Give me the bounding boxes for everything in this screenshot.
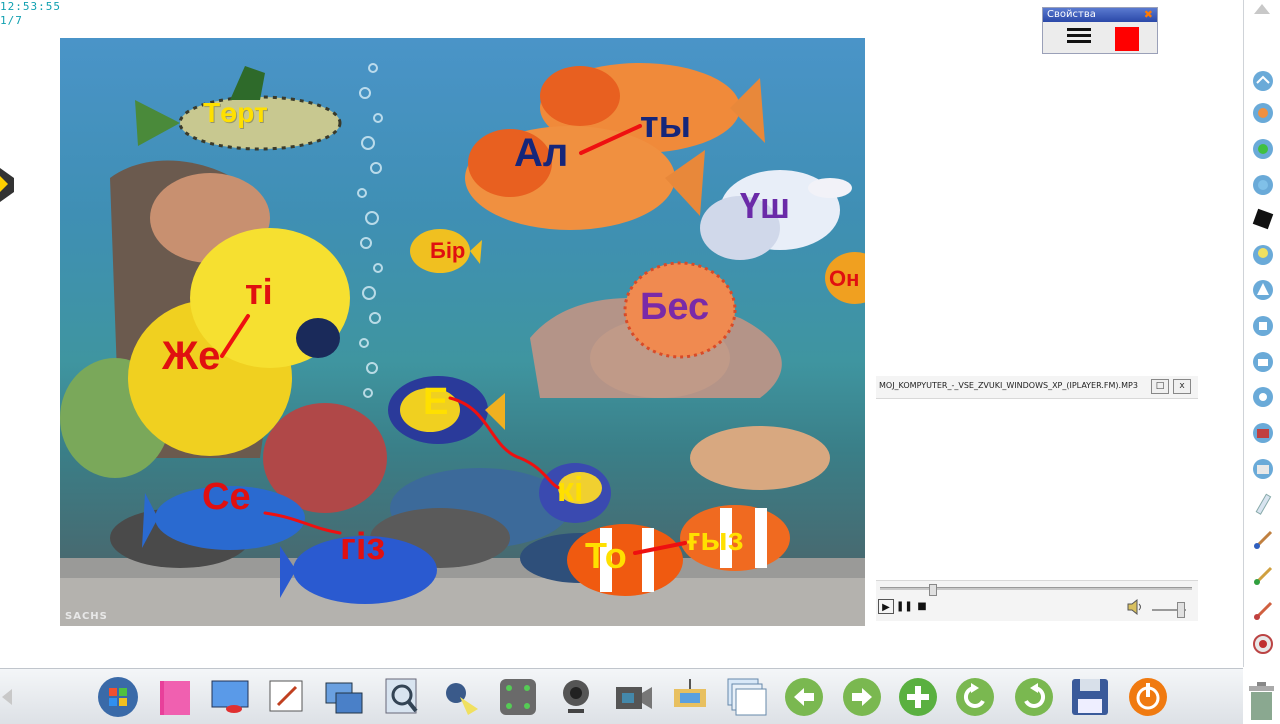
close-player-icon[interactable]: x — [1173, 379, 1191, 394]
pages-icon[interactable] — [724, 675, 768, 719]
close-icon[interactable]: ✖ — [1144, 8, 1153, 21]
word-ty[interactable]: ты — [640, 106, 691, 144]
pen-tool-icon[interactable] — [1251, 137, 1275, 161]
layout-tool-icon[interactable] — [1251, 457, 1275, 481]
media-filename: MOJ_KOMPYUTER_-_VSE_ZVUKI_WINDOWS_XP_(IP… — [879, 381, 1138, 390]
bottom-toolbar — [0, 668, 1243, 724]
maximize-icon[interactable]: □ — [1151, 379, 1169, 394]
fullscreen-icon[interactable] — [496, 675, 540, 719]
properties-panel: Свойства ✖ — [1042, 7, 1158, 54]
save-icon[interactable] — [1068, 675, 1112, 719]
video-camera-icon[interactable] — [612, 675, 656, 719]
color-swatch[interactable] — [1115, 27, 1139, 51]
text-tool-icon[interactable] — [1251, 314, 1275, 338]
scroll-up-icon[interactable] — [1254, 4, 1270, 14]
clock-display: 12:53:55 1/7 — [0, 0, 61, 28]
magic-pen-icon[interactable] — [1251, 599, 1275, 623]
triangle-tool-icon[interactable] — [1251, 278, 1275, 302]
shape-tool-icon[interactable] — [1251, 385, 1275, 409]
black-ink-icon[interactable] — [1251, 207, 1275, 231]
picture-tool-icon[interactable] — [1251, 421, 1275, 445]
play-icon[interactable]: ▶ — [878, 599, 894, 614]
spotlight-icon[interactable] — [438, 675, 482, 719]
word-gyz[interactable]: ғыз — [687, 523, 744, 555]
windows-start-icon[interactable] — [96, 675, 140, 719]
power-icon[interactable] — [1126, 675, 1170, 719]
eraser-tool-icon[interactable] — [1251, 101, 1275, 125]
line-width-icon[interactable] — [1067, 28, 1091, 50]
word-tort[interactable]: Төрт — [203, 99, 268, 127]
bulb-icon[interactable] — [1251, 243, 1275, 267]
whiteboard-icon[interactable] — [208, 675, 252, 719]
aquarium-scene — [60, 63, 865, 626]
side-panel-toggle-icon[interactable] — [0, 164, 14, 204]
add-page-icon[interactable] — [896, 675, 940, 719]
properties-title: Свойства — [1047, 9, 1096, 20]
word-e[interactable]: Е — [423, 383, 448, 421]
media-player-controls: ▶ ❚❚ ■ — [876, 580, 1198, 621]
volume-icon[interactable] — [1126, 599, 1144, 615]
bottom-prev-icon[interactable] — [2, 689, 12, 705]
right-toolbar — [1243, 0, 1280, 667]
media-player-title-bar: MOJ_KOMPYUTER_-_VSE_ZVUKI_WINDOWS_XP_(IP… — [876, 376, 1198, 399]
pointer-tool-icon[interactable] — [1251, 69, 1275, 93]
word-on[interactable]: Он — [829, 268, 859, 290]
redo-icon[interactable] — [1012, 675, 1056, 719]
record-icon[interactable] — [1251, 632, 1275, 656]
seek-thumb[interactable] — [929, 584, 937, 596]
brush-tool-icon[interactable] — [1251, 528, 1275, 552]
trash-icon[interactable] — [1243, 680, 1280, 723]
back-arrow-icon[interactable] — [782, 675, 826, 719]
word-se[interactable]: Се — [202, 478, 251, 516]
volume-thumb[interactable] — [1177, 602, 1185, 618]
page-counter: 1/7 — [0, 14, 23, 27]
word-al[interactable]: Ал — [514, 133, 568, 173]
word-giz[interactable]: гіз — [340, 528, 385, 566]
properties-title-bar[interactable]: Свойства ✖ — [1043, 8, 1157, 22]
seek-bar[interactable] — [880, 584, 1192, 596]
word-ki[interactable]: кі — [557, 473, 583, 507]
forward-arrow-icon[interactable] — [840, 675, 884, 719]
time-text: 12:53:55 — [0, 0, 61, 13]
volume-slider[interactable] — [1152, 602, 1186, 618]
word-ush[interactable]: Үш — [740, 188, 790, 224]
annotate-icon[interactable] — [264, 675, 308, 719]
word-bes[interactable]: Бес — [640, 288, 709, 326]
undo-icon[interactable] — [953, 675, 997, 719]
stop-icon[interactable]: ■ — [914, 599, 930, 614]
screen-capture-icon[interactable] — [322, 675, 366, 719]
clone-tool-icon[interactable] — [1251, 350, 1275, 374]
transfer-icon[interactable] — [668, 675, 712, 719]
pencil-tool-icon[interactable] — [1251, 564, 1275, 588]
highlighter-tool-icon[interactable] — [1251, 173, 1275, 197]
word-ti[interactable]: ті — [245, 274, 273, 310]
magnifier-icon[interactable] — [380, 675, 424, 719]
aquarium-image: Төрт Ал ты Үш Бір Он ті Же Бес Е кі Се г… — [60, 38, 865, 626]
pause-icon[interactable]: ❚❚ — [896, 599, 913, 614]
webcam-icon[interactable] — [554, 675, 598, 719]
watermark: SACHS — [65, 611, 108, 622]
word-zhe[interactable]: Же — [162, 336, 220, 376]
word-to[interactable]: То — [585, 538, 627, 574]
folder-icon[interactable] — [152, 675, 196, 719]
word-bir[interactable]: Бір — [430, 240, 465, 262]
ruler-tool-icon[interactable] — [1251, 492, 1275, 516]
